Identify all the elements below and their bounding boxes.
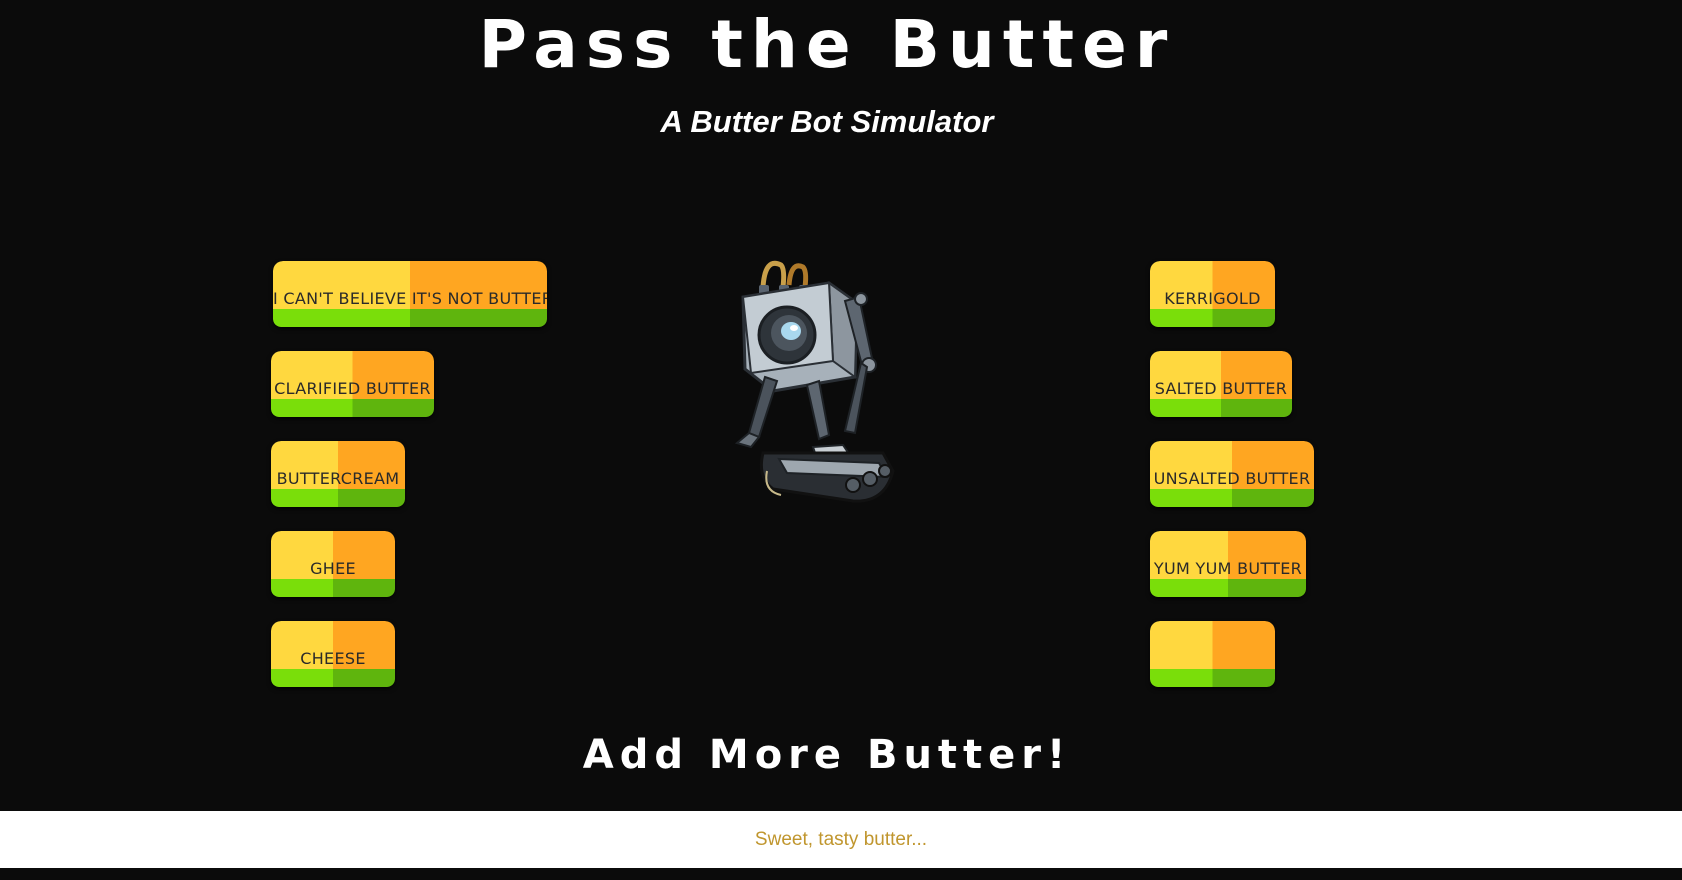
butter-button-kerrigold[interactable]: KERRIGOLD bbox=[1150, 261, 1275, 327]
add-more-heading: Add More Butter! bbox=[582, 732, 1072, 778]
butter-label: BUTTERCREAM bbox=[276, 469, 400, 488]
butter-button-clarified[interactable]: CLARIFIED BUTTER bbox=[271, 351, 434, 417]
butter-button-cheese[interactable]: CHEESE bbox=[271, 621, 395, 687]
butter-button-yum-yum[interactable]: YUM YUM BUTTER bbox=[1150, 531, 1306, 597]
page-title: Pass the Butter bbox=[478, 6, 1176, 83]
butter-label: KERRIGOLD bbox=[1164, 289, 1261, 308]
butter-button-icbinb[interactable]: I CAN'T BELIEVE IT'S NOT BUTTER bbox=[273, 261, 547, 327]
butter-label: I CAN'T BELIEVE IT'S NOT BUTTER bbox=[273, 289, 547, 308]
butter-button-empty[interactable] bbox=[1150, 621, 1275, 687]
butter-label: UNSALTED BUTTER bbox=[1153, 469, 1311, 488]
butter-robot-icon bbox=[734, 260, 895, 503]
butter-button-unsalted[interactable]: UNSALTED BUTTER bbox=[1150, 441, 1314, 507]
butter-label: SALTED BUTTER bbox=[1154, 379, 1288, 398]
page-subtitle: A Butter Bot Simulator bbox=[660, 104, 994, 139]
butter-button-salted[interactable]: SALTED BUTTER bbox=[1150, 351, 1292, 417]
butter-label: CHEESE bbox=[300, 649, 366, 668]
butter-button-ghee[interactable]: GHEE bbox=[271, 531, 395, 597]
add-butter-input[interactable] bbox=[0, 811, 1682, 868]
butter-label: CLARIFIED BUTTER bbox=[274, 379, 431, 398]
footer-strip bbox=[0, 868, 1682, 880]
butter-label: YUM YUM BUTTER bbox=[1153, 559, 1303, 578]
butter-label: GHEE bbox=[310, 559, 356, 578]
butter-button-buttercream[interactable]: BUTTERCREAM bbox=[271, 441, 405, 507]
